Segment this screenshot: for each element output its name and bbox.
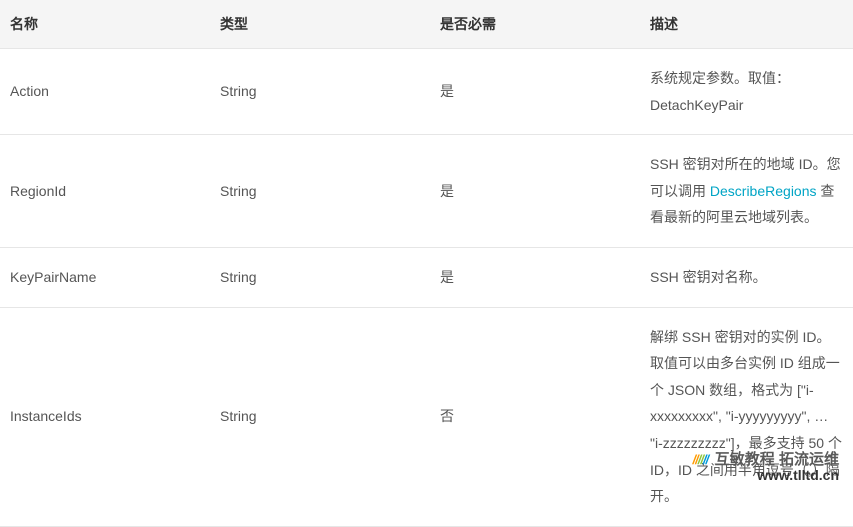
- col-desc: 描述: [640, 0, 853, 49]
- col-name: 名称: [0, 0, 210, 49]
- col-required: 是否必需: [430, 0, 640, 49]
- cell-type: String: [210, 307, 430, 526]
- link-describeregions[interactable]: DescribeRegions: [710, 183, 817, 199]
- cell-type: String: [210, 49, 430, 135]
- cell-desc: SSH 密钥对名称。: [640, 247, 853, 307]
- cell-name: KeyPairName: [0, 247, 210, 307]
- table-row: RegionIdString是SSH 密钥对所在的地域 ID。您可以调用 Des…: [0, 135, 853, 248]
- cell-required: 是: [430, 49, 640, 135]
- cell-desc: SSH 密钥对所在的地域 ID。您可以调用 DescribeRegions 查看…: [640, 135, 853, 248]
- table-body: ActionString是系统规定参数。取值：DetachKeyPairRegi…: [0, 49, 853, 527]
- col-type: 类型: [210, 0, 430, 49]
- cell-name: Action: [0, 49, 210, 135]
- cell-required: 是: [430, 135, 640, 248]
- cell-required: 否: [430, 307, 640, 526]
- cell-name: InstanceIds: [0, 307, 210, 526]
- cell-desc: 解绑 SSH 密钥对的实例 ID。取值可以由多台实例 ID 组成一个 JSON …: [640, 307, 853, 526]
- table-header-row: 名称 类型 是否必需 描述: [0, 0, 853, 49]
- cell-type: String: [210, 135, 430, 248]
- table-row: InstanceIdsString否解绑 SSH 密钥对的实例 ID。取值可以由…: [0, 307, 853, 526]
- cell-required: 是: [430, 247, 640, 307]
- params-table: 名称 类型 是否必需 描述 ActionString是系统规定参数。取值：Det…: [0, 0, 853, 527]
- cell-desc: 系统规定参数。取值：DetachKeyPair: [640, 49, 853, 135]
- cell-name: RegionId: [0, 135, 210, 248]
- table-row: ActionString是系统规定参数。取值：DetachKeyPair: [0, 49, 853, 135]
- table-row: KeyPairNameString是SSH 密钥对名称。: [0, 247, 853, 307]
- cell-type: String: [210, 247, 430, 307]
